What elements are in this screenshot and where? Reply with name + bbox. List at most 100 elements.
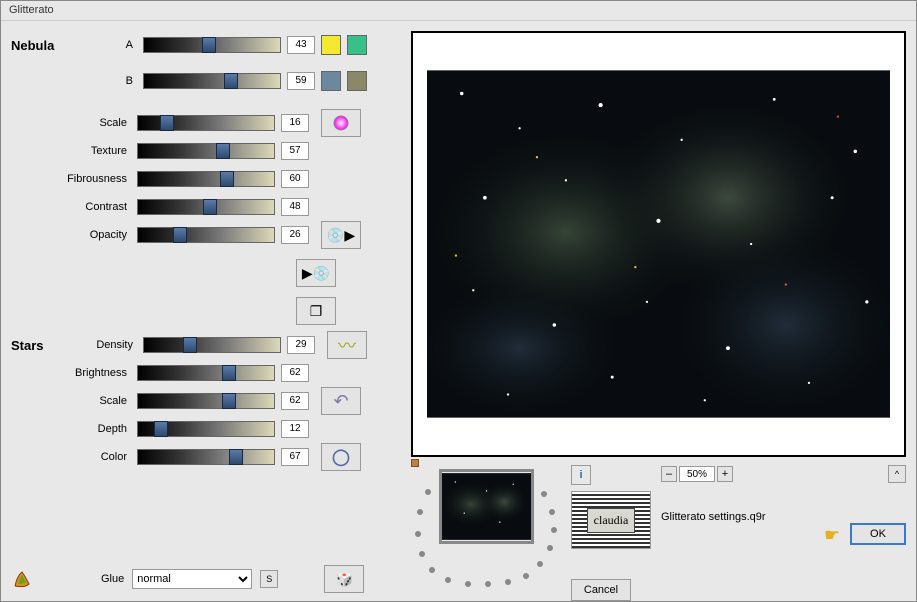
nebula-b-swatch-2[interactable]: [347, 71, 367, 91]
undo-button[interactable]: ↶: [321, 387, 361, 415]
stars-slider-color[interactable]: [137, 449, 275, 465]
nebula-slider-b[interactable]: [143, 73, 281, 89]
stars-title: Stars: [11, 338, 61, 353]
nebula-value-opacity[interactable]: 26: [281, 226, 309, 244]
nebula-a-swatch-2[interactable]: [347, 35, 367, 55]
stars-value-color[interactable]: 67: [281, 448, 309, 466]
ring-button[interactable]: ◯: [321, 443, 361, 471]
app-window: Glitterato Nebula A 43 B 59: [0, 0, 917, 602]
nebula-a-swatch-1[interactable]: [321, 35, 341, 55]
preview-frame: [411, 31, 906, 457]
stars-row-depth: Depth 12: [11, 415, 401, 443]
nebula-label-fibrousness: Fibrousness: [11, 173, 131, 185]
thumbnail-orbit: [411, 465, 561, 585]
stars-slider-scale[interactable]: [137, 393, 275, 409]
zoom-controls: – 50% +: [661, 465, 733, 483]
window-title: Glitterato: [9, 4, 54, 16]
nebula-slider-contrast[interactable]: [137, 199, 275, 215]
nebula-slider-opacity[interactable]: [137, 227, 275, 243]
variation-thumbnail[interactable]: [439, 469, 534, 544]
stars-label-color: Color: [11, 451, 131, 463]
disc-play-button[interactable]: 💿▶: [321, 221, 361, 249]
stars-slider-depth[interactable]: [137, 421, 275, 437]
nebula-label-a: A: [87, 39, 137, 51]
zoom-in-button[interactable]: +: [717, 466, 733, 482]
right-bottom-column: – 50% + ^ Glitterato settings.q9r ☛ OK: [661, 465, 906, 545]
stars-label-depth: Depth: [11, 423, 131, 435]
ring-icon: ◯: [332, 447, 350, 467]
left-panel: Nebula A 43 B 59 Scale 16: [11, 31, 401, 593]
logo-box[interactable]: claudia: [571, 491, 651, 549]
stars-row-density: Stars Density 29 〰: [11, 331, 401, 359]
stars-label-brightness: Brightness: [11, 367, 131, 379]
logo-text: claudia: [587, 508, 636, 533]
nebula-label-texture: Texture: [11, 145, 131, 157]
glue-s-button[interactable]: S: [260, 570, 278, 588]
stars-label-density: Density: [67, 339, 137, 351]
stars-value-depth[interactable]: 12: [281, 420, 309, 438]
nebula-value-scale[interactable]: 16: [281, 114, 309, 132]
wave-button[interactable]: 〰: [327, 331, 367, 359]
nebula-row-a: Nebula A 43: [11, 31, 401, 59]
stars-value-density[interactable]: 29: [287, 336, 315, 354]
info-icon: i: [579, 469, 582, 481]
disc-play-icon: 💿▶: [327, 227, 355, 244]
cancel-button[interactable]: Cancel: [571, 579, 631, 601]
nebula-label-scale: Scale: [11, 117, 131, 129]
hue-button[interactable]: [321, 109, 361, 137]
nebula-value-b[interactable]: 59: [287, 72, 315, 90]
stars-row-brightness: Brightness 62: [11, 359, 401, 387]
nebula-value-texture[interactable]: 57: [281, 142, 309, 160]
caret-button[interactable]: ^: [888, 465, 906, 483]
nebula-row-texture: Texture 57: [11, 137, 401, 165]
titlebar: Glitterato: [1, 1, 916, 21]
nebula-title: Nebula: [11, 38, 81, 53]
stars-value-brightness[interactable]: 62: [281, 364, 309, 382]
zoom-out-button[interactable]: –: [661, 466, 677, 482]
nebula-label-b: B: [87, 75, 137, 87]
info-button[interactable]: i: [571, 465, 591, 485]
nebula-row-contrast: Contrast 48: [11, 193, 401, 221]
nebula-slider-scale[interactable]: [137, 115, 275, 131]
pointer-hand-icon: ☛: [824, 525, 840, 546]
fire-icon[interactable]: [11, 568, 33, 590]
glue-label: Glue: [101, 573, 124, 585]
nebula-slider-a[interactable]: [143, 37, 281, 53]
nebula-row-opacity: Opacity 26 💿▶: [11, 221, 401, 249]
copy-button[interactable]: ❐: [296, 297, 336, 325]
nebula-label-contrast: Contrast: [11, 201, 131, 213]
stars-row-scale: Scale 62 ↶: [11, 387, 401, 415]
nebula-b-swatch-1[interactable]: [321, 71, 341, 91]
stars-slider-brightness[interactable]: [137, 365, 275, 381]
nebula-row-b: B 59: [11, 67, 401, 95]
nebula-value-fibrousness[interactable]: 60: [281, 170, 309, 188]
ok-row: ☛ OK: [661, 523, 906, 545]
play-disc-icon: ▶💿: [302, 265, 330, 282]
hue-icon: [333, 115, 349, 131]
nebula-slider-texture[interactable]: [137, 143, 275, 159]
stars-value-scale[interactable]: 62: [281, 392, 309, 410]
bottom-area: i claudia Cancel – 50% +: [411, 465, 906, 593]
zoom-value[interactable]: 50%: [679, 466, 715, 482]
info-column: i claudia Cancel: [571, 465, 651, 601]
dice-button[interactable]: 🎲: [324, 565, 364, 593]
nebula-row-fibrousness: Fibrousness 60: [11, 165, 401, 193]
nebula-value-contrast[interactable]: 48: [281, 198, 309, 216]
play-disc-button[interactable]: ▶💿: [296, 259, 336, 287]
ok-button[interactable]: ☛ OK: [850, 523, 906, 545]
copy-icon: ❐: [310, 303, 323, 320]
stars-row-color: Color 67 ◯: [11, 443, 401, 471]
preview-image[interactable]: [427, 47, 890, 441]
glue-select[interactable]: normal: [132, 569, 252, 589]
nebula-slider-fibrousness[interactable]: [137, 171, 275, 187]
right-panel: i claudia Cancel – 50% +: [411, 31, 906, 593]
nebula-value-a[interactable]: 43: [287, 36, 315, 54]
stars-slider-density[interactable]: [143, 337, 281, 353]
dice-icon: 🎲: [336, 571, 353, 588]
nebula-row-scale: Scale 16: [11, 109, 401, 137]
ok-label: OK: [870, 528, 886, 540]
orbit-marker: [411, 459, 419, 467]
settings-filename: Glitterato settings.q9r: [661, 511, 906, 523]
wave-icon: 〰: [338, 332, 356, 358]
content: Nebula A 43 B 59 Scale 16: [1, 21, 916, 601]
